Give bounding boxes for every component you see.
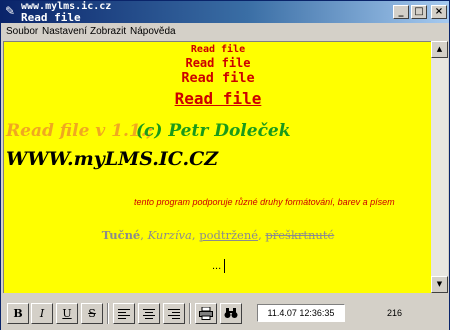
preview-button[interactable] [220,303,242,324]
menu-nastaveni[interactable]: Nastavení [42,26,87,37]
website-text: WWW.myLMS.IC.CZ [6,148,219,170]
underline-sample: podtržené [199,228,259,242]
menu-bar: Soubor Nastavení Zobrazit Nápověda [1,23,449,41]
scroll-down-button[interactable]: ▼ [431,276,448,293]
align-left-button[interactable] [113,303,135,324]
app-window: ✎ www.mylms.ic.cz Read file _ □ × Soubor… [0,0,450,330]
close-icon: × [434,6,444,17]
menu-zobrazit[interactable]: Zobrazit [90,26,126,37]
text-editor[interactable]: Read file Read file Read file Read file … [3,41,431,293]
minimize-icon: _ [398,6,404,17]
format-toolbar: B I U S 11.4.07 12:36:35 216 [1,295,449,330]
toolbar-separator [107,303,109,324]
title-name: Read file [21,11,81,24]
author-text: (c) Petr Doleček [136,121,291,141]
align-right-button[interactable] [163,303,185,324]
datetime-field: 11.4.07 12:36:35 [257,304,345,322]
arrow-down-icon: ▼ [436,280,443,288]
align-left-icon [118,309,130,319]
info-text: tento program podporuje různé druhy form… [134,197,395,207]
printer-icon [199,306,213,320]
dots-text: ... [212,260,222,272]
toolbar-separator [189,303,191,324]
print-button[interactable] [195,303,217,324]
style-separator: , [140,228,148,242]
pen-icon: ✎ [5,4,16,18]
heading-2: Read file [185,56,251,70]
heading-1: Read file [190,44,246,55]
binoculars-icon [224,308,238,318]
style-samples: Tučné, Kurzíva, podtržené, přeškrtnuté [4,228,431,242]
bold-sample: Tučné [101,228,141,242]
scroll-up-button[interactable]: ▲ [431,41,448,58]
title-bar[interactable]: ✎ www.mylms.ic.cz Read file _ □ × [1,1,449,23]
strike-sample: přeškrtnuté [265,228,335,242]
bold-button[interactable]: B [7,303,29,324]
menu-soubor[interactable]: Soubor [6,26,38,37]
vertical-scrollbar[interactable]: ▲ ▼ [431,41,448,293]
version-text: Read file v 1.1.; [6,121,153,141]
character-count: 216 [387,308,403,318]
close-button[interactable]: × [431,5,447,19]
strikethrough-button[interactable]: S [81,303,103,324]
minimize-button[interactable]: _ [393,5,409,19]
maximize-icon: □ [414,6,424,17]
italic-button[interactable]: I [31,303,53,324]
menu-napoveda[interactable]: Nápověda [130,26,176,37]
align-center-button[interactable] [138,303,160,324]
window-title: www.mylms.ic.cz Read file [21,2,111,24]
italic-sample: Kurzíva [147,228,192,242]
heading-4: Read file [174,89,262,108]
maximize-button[interactable]: □ [411,5,427,19]
align-center-icon [143,309,155,319]
heading-3: Read file [181,70,255,86]
text-caret [224,259,225,273]
align-right-icon [168,309,180,319]
underline-button[interactable]: U [56,303,78,324]
arrow-up-icon: ▲ [436,45,443,53]
